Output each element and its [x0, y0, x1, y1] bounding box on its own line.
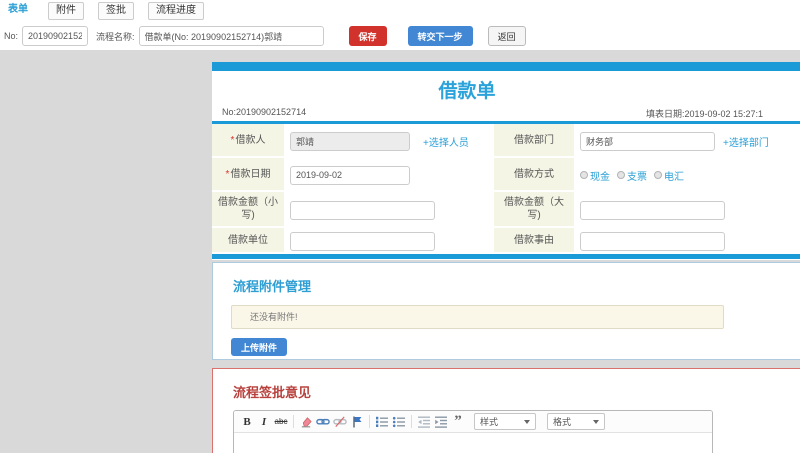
numbered-list-icon [376, 416, 388, 427]
form-fill-date-text: 填表日期:2019-09-02 15:27:1 [646, 109, 764, 119]
remove-format-icon [301, 417, 312, 428]
blockquote-button[interactable]: ” [451, 413, 465, 430]
format-select[interactable]: 格式 [547, 413, 605, 430]
styles-select[interactable]: 样式 [474, 413, 536, 430]
outdent-icon [418, 416, 430, 428]
loan-unit-label: 借款单位 [212, 228, 284, 254]
styles-select-label: 样式 [480, 417, 499, 427]
form-title-row: 借款单 [212, 71, 722, 107]
save-button[interactable]: 保存 [348, 26, 387, 46]
anchor-flag-button[interactable] [350, 414, 364, 430]
amount-uppercase-input[interactable] [580, 200, 725, 220]
radio-circle-icon [580, 171, 588, 179]
signoff-panel: 流程签批意见 B I abc ” 样式 格式 [212, 368, 800, 453]
bold-button[interactable]: B [240, 414, 254, 430]
tab-bar: 表单 附件 签批 流程进度 [0, 0, 800, 22]
select-person-link[interactable]: +选择人员 [423, 134, 469, 149]
tab-approval[interactable]: 签批 [98, 2, 134, 20]
borrower-label: *借款人 [212, 124, 284, 158]
process-name-label: 流程名称: [96, 31, 135, 42]
loan-form-grid: *借款人 +选择人员 借款部门 +选择部门 *借款日期 借款方式 现金 支票 电… [212, 124, 800, 254]
format-select-label: 格式 [553, 417, 572, 427]
loan-unit-input[interactable] [290, 231, 435, 251]
department-input[interactable] [580, 131, 715, 151]
forward-next-step-button[interactable]: 转交下一步 [407, 26, 473, 46]
no-attachments-alert: 还没有附件! [231, 305, 724, 329]
bullet-list-icon [392, 416, 405, 428]
select-department-link[interactable]: +选择部门 [723, 134, 769, 149]
attachments-heading: 流程附件管理 [233, 279, 312, 294]
tab-process-progress[interactable]: 流程进度 [148, 2, 204, 20]
form-meta-row: No:20190902152714 填表日期:2019-09-02 15:27:… [212, 107, 800, 121]
radio-circle-icon [654, 171, 662, 179]
toolbar-separator [369, 415, 370, 428]
radio-wire-transfer[interactable]: 电汇 [654, 168, 684, 183]
chevron-down-icon [593, 419, 599, 424]
tab-form[interactable]: 表单 [2, 2, 34, 20]
amount-lowercase-label: 借款金额（小写) [212, 192, 284, 228]
toolbar-separator [293, 415, 294, 428]
strikethrough-button[interactable]: abc [274, 414, 288, 430]
indent-icon [435, 416, 447, 428]
loan-date-field [284, 158, 494, 192]
loan-unit-field [284, 228, 494, 254]
form-title: 借款单 [438, 80, 496, 102]
loan-date-label: *借款日期 [212, 158, 284, 192]
rich-text-editor: B I abc ” 样式 格式 [233, 410, 713, 453]
form-number-text: No:20190902152714 [222, 107, 307, 117]
radio-circle-icon [617, 171, 625, 179]
toolbar: No: 流程名称: 保存 转交下一步 返回 [0, 22, 800, 50]
loan-method-label: 借款方式 [494, 158, 574, 192]
loan-reason-input[interactable] [580, 231, 725, 251]
chevron-down-icon [524, 419, 530, 424]
bullet-list-button[interactable] [392, 414, 406, 430]
link-button[interactable] [316, 414, 330, 430]
attachments-panel: 流程附件管理 还没有附件! 上传附件 [212, 262, 800, 360]
unlink-icon [333, 416, 347, 427]
panel-bottom-bar [212, 254, 800, 259]
borrower-field: +选择人员 [284, 124, 494, 158]
upload-attachment-button[interactable]: 上传附件 [231, 338, 288, 356]
department-label: 借款部门 [494, 124, 574, 158]
remove-format-button[interactable] [299, 414, 313, 430]
loan-method-field: 现金 支票 电汇 [574, 158, 800, 192]
flag-icon [353, 416, 362, 428]
panel-top-bar [212, 62, 800, 71]
radio-cheque[interactable]: 支票 [617, 168, 647, 183]
link-icon [316, 418, 330, 425]
borrower-input[interactable] [290, 131, 410, 151]
italic-button[interactable]: I [257, 414, 271, 430]
signoff-heading: 流程签批意见 [233, 385, 312, 400]
page-background: 借款单 No:20190902152714 填表日期:2019-09-02 15… [0, 50, 800, 453]
no-label: No: [4, 31, 19, 41]
required-asterisk: * [225, 168, 230, 180]
loan-reason-field [574, 228, 800, 254]
loan-form-panel: 借款单 No:20190902152714 填表日期:2019-09-02 15… [212, 62, 800, 260]
back-button[interactable]: 返回 [487, 26, 526, 46]
unlink-button[interactable] [333, 414, 347, 430]
loan-reason-label: 借款事由 [494, 228, 574, 254]
outdent-button[interactable] [417, 414, 431, 430]
amount-uppercase-field [574, 192, 800, 228]
editor-toolbar: B I abc ” 样式 格式 [234, 411, 712, 433]
amount-lowercase-field [284, 192, 494, 228]
numbered-list-button[interactable] [375, 414, 389, 430]
amount-lowercase-input[interactable] [290, 200, 435, 220]
indent-button[interactable] [434, 414, 448, 430]
no-input[interactable] [22, 26, 89, 46]
tab-attachments[interactable]: 附件 [48, 2, 84, 20]
process-name-input[interactable] [138, 26, 324, 46]
editor-content-area[interactable] [234, 433, 712, 453]
loan-date-input[interactable] [290, 165, 410, 185]
required-asterisk: * [230, 134, 235, 146]
toolbar-separator [411, 415, 412, 428]
department-field: +选择部门 [574, 124, 800, 158]
radio-cash[interactable]: 现金 [580, 168, 610, 183]
amount-uppercase-label: 借款金额（大写) [494, 192, 574, 228]
